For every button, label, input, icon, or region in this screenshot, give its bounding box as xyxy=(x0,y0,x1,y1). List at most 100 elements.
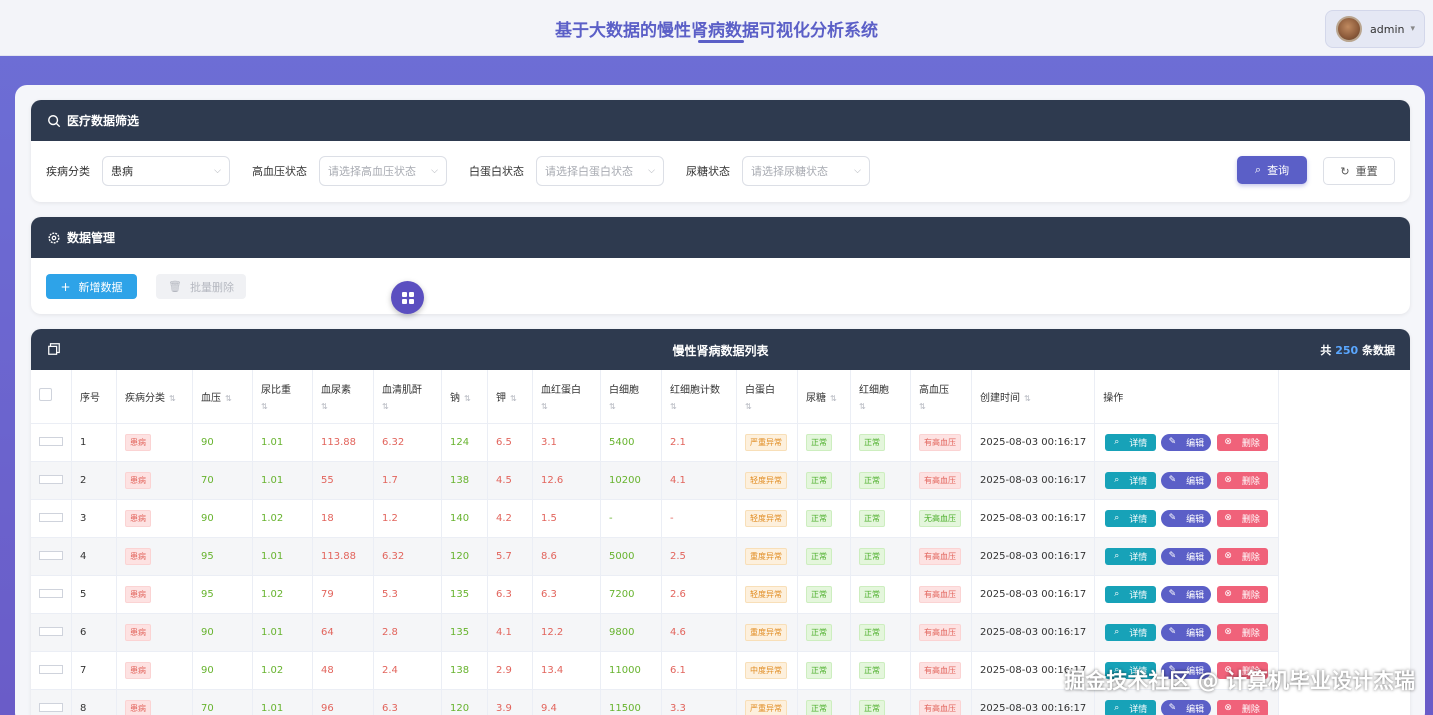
pencil-icon: ✎ xyxy=(1168,589,1177,599)
disease-select[interactable]: 患病 ⌵ xyxy=(102,156,230,186)
row-checkbox-cell[interactable] xyxy=(31,575,72,614)
row-checkbox[interactable] xyxy=(39,589,63,598)
cell-index: 2 xyxy=(71,461,117,500)
col-class[interactable]: 疾病分类 ⇅ xyxy=(116,370,193,424)
close-circle-icon: ⊗ xyxy=(1224,627,1232,637)
detail-button[interactable]: ⌕ 详情 xyxy=(1105,471,1157,489)
cell-class: 患病 xyxy=(116,689,193,715)
row-checkbox[interactable] xyxy=(39,665,63,674)
edit-button[interactable]: ✎ 编辑 xyxy=(1161,623,1212,641)
row-checkbox[interactable] xyxy=(39,703,63,712)
add-data-button[interactable]: + 新增数据 xyxy=(46,274,137,299)
row-checkbox[interactable] xyxy=(39,551,63,560)
cell-al: 轻度异常 xyxy=(736,575,798,614)
col-rbc[interactable]: 红细胞 ⇅ xyxy=(850,370,911,424)
col-pot[interactable]: 钾 ⇅ xyxy=(487,370,533,424)
chevron-down-icon: ▾ xyxy=(1410,24,1415,34)
query-button[interactable]: ⌕ 查询 xyxy=(1237,156,1307,184)
table-row[interactable]: 2 患病 70 1.01 55 1.7 138 4.5 12.6 10200 4.1 轻度异常 正常 正常… xyxy=(31,461,1279,500)
cell-time: 2025-08-03 00:16:17 xyxy=(971,537,1096,576)
detail-button[interactable]: ⌕ 详情 xyxy=(1105,547,1157,565)
col-hemo[interactable]: 血红蛋白 ⇅ xyxy=(532,370,601,424)
delete-button[interactable]: ⊗ 删除 xyxy=(1216,509,1268,527)
detail-button[interactable]: ⌕ 详情 xyxy=(1105,433,1157,451)
cell-class: 患病 xyxy=(116,613,193,652)
table-row[interactable]: 3 患病 90 1.02 18 1.2 140 4.2 1.5- - 轻度异常 正常 正常 无高血压 202… xyxy=(31,499,1279,538)
search-icon: ⌕ xyxy=(1114,513,1120,523)
grid-menu-button[interactable] xyxy=(391,281,424,314)
manage-panel: 数据管理 + 新增数据 🗑 批量删除 xyxy=(31,217,1410,314)
col-al[interactable]: 白蛋白 ⇅ xyxy=(736,370,798,424)
row-checkbox[interactable] xyxy=(39,513,63,522)
col-su[interactable]: 尿糖 ⇅ xyxy=(797,370,851,424)
edit-button[interactable]: ✎ 编辑 xyxy=(1161,585,1212,603)
edit-button[interactable]: ✎ 编辑 xyxy=(1161,433,1212,451)
cell-rbcc: - xyxy=(661,499,737,538)
col-bu[interactable]: 血尿素 ⇅ xyxy=(312,370,374,424)
detail-button[interactable]: ⌕ 详情 xyxy=(1105,509,1157,527)
cell-rbcc: 6.1 xyxy=(661,651,737,690)
col-sc[interactable]: 血清肌酐 ⇅ xyxy=(373,370,442,424)
delete-button[interactable]: ⊗ 删除 xyxy=(1216,585,1268,603)
cell-bp: 70 xyxy=(192,689,253,715)
top-bar: 基于大数据的慢性肾病数据可视化分析系统 admin ▾ xyxy=(0,0,1433,56)
detail-button[interactable]: ⌕ 详情 xyxy=(1105,623,1157,641)
edit-button[interactable]: ✎ 编辑 xyxy=(1161,699,1212,715)
detail-button[interactable]: ⌕ 详情 xyxy=(1105,585,1157,603)
col-sod[interactable]: 钠 ⇅ xyxy=(441,370,488,424)
table-row[interactable]: 1 患病 90 1.01 113.88 6.32 124 6.5 3.1 5400 2.1 严重异常正… xyxy=(31,423,1279,462)
close-circle-icon: ⊗ xyxy=(1224,589,1232,599)
delete-button[interactable]: ⊗ 删除 xyxy=(1216,699,1268,715)
reset-button[interactable]: ↻ 重置 xyxy=(1323,157,1395,185)
row-checkbox-cell[interactable] xyxy=(31,689,72,715)
table-row[interactable]: 5 患病 95 1.02 79 5.3 135 6.3 6.3 7200 2.6 轻度异常 正常 正常 有高… xyxy=(31,575,1279,614)
cell-rbcc: 2.1 xyxy=(661,423,737,462)
select-all-checkbox[interactable] xyxy=(39,388,52,402)
filter-panel: 医疗数据筛选 疾病分类 患病 ⌵ 高血压状态 请选择高血压状态 ⌵ 白蛋白状态 … xyxy=(31,100,1410,202)
col-htn[interactable]: 高血压 ⇅ xyxy=(910,370,972,424)
detail-button[interactable]: ⌕ 详情 xyxy=(1105,699,1157,715)
add-data-label: 新增数据 xyxy=(78,280,123,294)
hypertension-select[interactable]: 请选择高血压状态 ⌵ xyxy=(319,156,447,186)
row-checkbox[interactable] xyxy=(39,475,63,484)
cell-sc: 1.2 xyxy=(373,499,442,538)
row-checkbox-cell[interactable] xyxy=(31,537,72,576)
trash-icon: 🗑 xyxy=(168,280,182,293)
delete-button[interactable]: ⊗ 删除 xyxy=(1216,547,1268,565)
table-title: 慢性肾病数据列表 xyxy=(672,344,769,358)
row-checkbox-cell[interactable] xyxy=(31,651,72,690)
grid-icon xyxy=(401,291,414,304)
delete-button[interactable]: ⊗ 删除 xyxy=(1216,623,1268,641)
cell-bp: 90 xyxy=(192,613,253,652)
row-checkbox-cell[interactable] xyxy=(31,461,72,500)
col-time[interactable]: 创建时间 ⇅ xyxy=(971,370,1096,424)
delete-button[interactable]: ⊗ 删除 xyxy=(1216,471,1268,489)
row-checkbox-cell[interactable] xyxy=(31,423,72,462)
table-row[interactable]: 6 患病 90 1.01 64 2.8 135 4.1 12.2 9800 4.6 重度异常 正常 正常有… xyxy=(31,613,1279,652)
row-checkbox-cell[interactable] xyxy=(31,613,72,652)
cell-sg: 1.01 xyxy=(252,689,313,715)
sugar-select[interactable]: 请选择尿糖状态 ⌵ xyxy=(742,156,870,186)
user-menu[interactable]: admin ▾ xyxy=(1325,10,1425,48)
albumin-select[interactable]: 请选择白蛋白状态 ⌵ xyxy=(536,156,664,186)
cell-time: 2025-08-03 00:16:17 xyxy=(971,613,1096,652)
table-total: 共 250 条数据 xyxy=(1320,342,1395,358)
row-checkbox[interactable] xyxy=(39,627,63,636)
cell-su: 正常 xyxy=(797,613,851,652)
cell-rbc: 正常 xyxy=(850,689,911,715)
row-checkbox[interactable] xyxy=(39,437,63,446)
col-rbcc[interactable]: 红细胞计数 ⇅ xyxy=(661,370,737,424)
batch-delete-button[interactable]: 🗑 批量删除 xyxy=(156,274,246,299)
col-wbc[interactable]: 白细胞 ⇅ xyxy=(600,370,662,424)
col-bp[interactable]: 血压 ⇅ xyxy=(192,370,253,424)
edit-button[interactable]: ✎ 编辑 xyxy=(1161,547,1212,565)
table-row[interactable]: 4 患病 95 1.01 113.88 6.32 120 5.7 8.6 5000 2.5 重度异常正… xyxy=(31,537,1279,576)
row-checkbox-cell[interactable] xyxy=(31,499,72,538)
col-sg[interactable]: 尿比重 ⇅ xyxy=(252,370,313,424)
edit-button[interactable]: ✎ 编辑 xyxy=(1161,471,1212,489)
edit-button[interactable]: ✎ 编辑 xyxy=(1161,509,1212,527)
cell-sod: 120 xyxy=(441,537,488,576)
cell-wbc: 5400 xyxy=(600,423,662,462)
delete-button[interactable]: ⊗ 删除 xyxy=(1216,433,1268,451)
select-all-checkbox-cell[interactable] xyxy=(31,370,72,424)
